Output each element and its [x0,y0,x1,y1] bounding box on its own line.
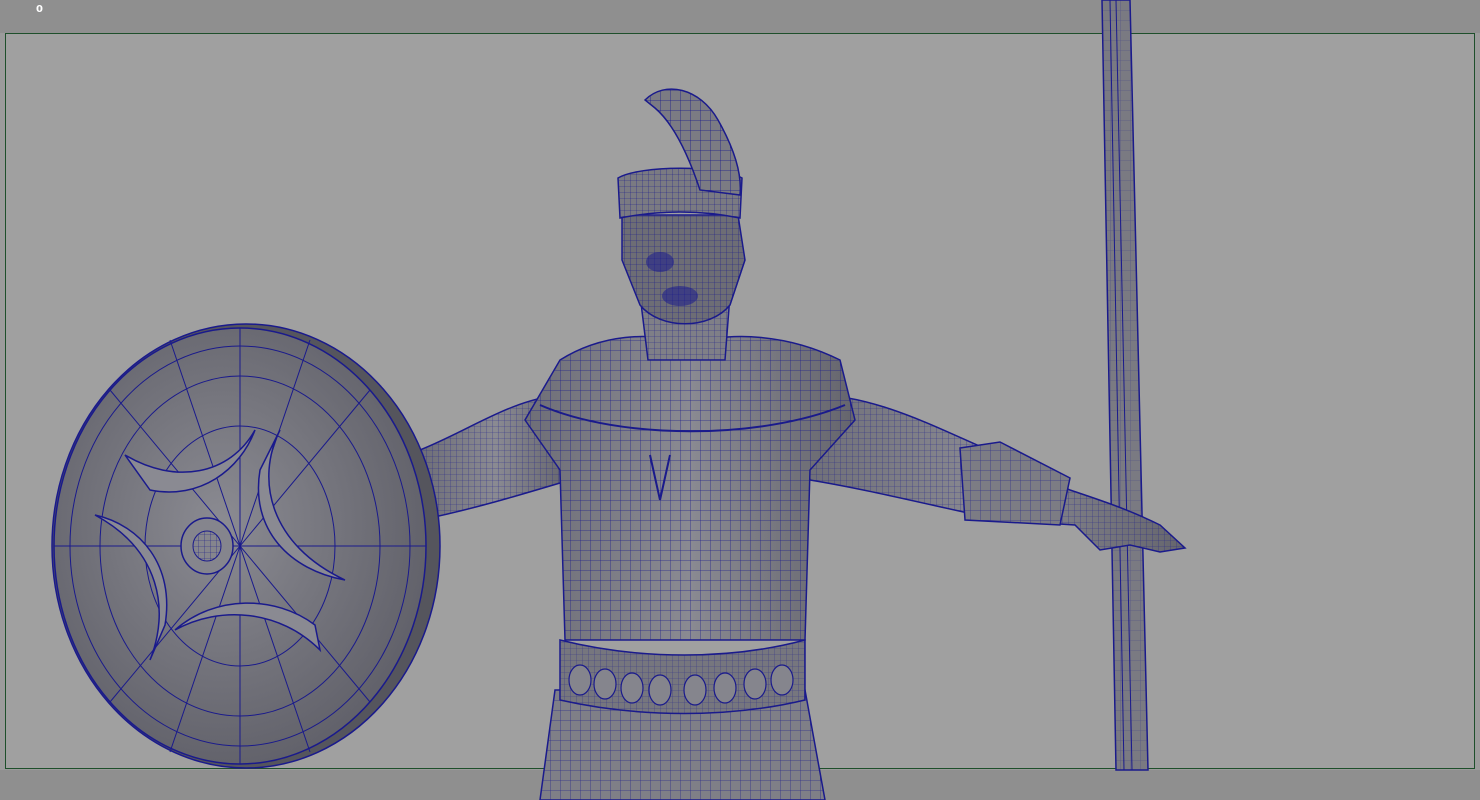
shield[interactable] [51,323,441,769]
torso[interactable] [524,335,856,641]
scene-canvas[interactable] [0,0,1480,800]
belt[interactable] [559,639,806,715]
frame-counter: 0 [36,4,43,15]
helmet[interactable] [617,88,743,219]
head[interactable] [621,214,746,325]
spear[interactable] [1101,0,1149,771]
maya-viewport[interactable]: 0 [0,0,1480,800]
